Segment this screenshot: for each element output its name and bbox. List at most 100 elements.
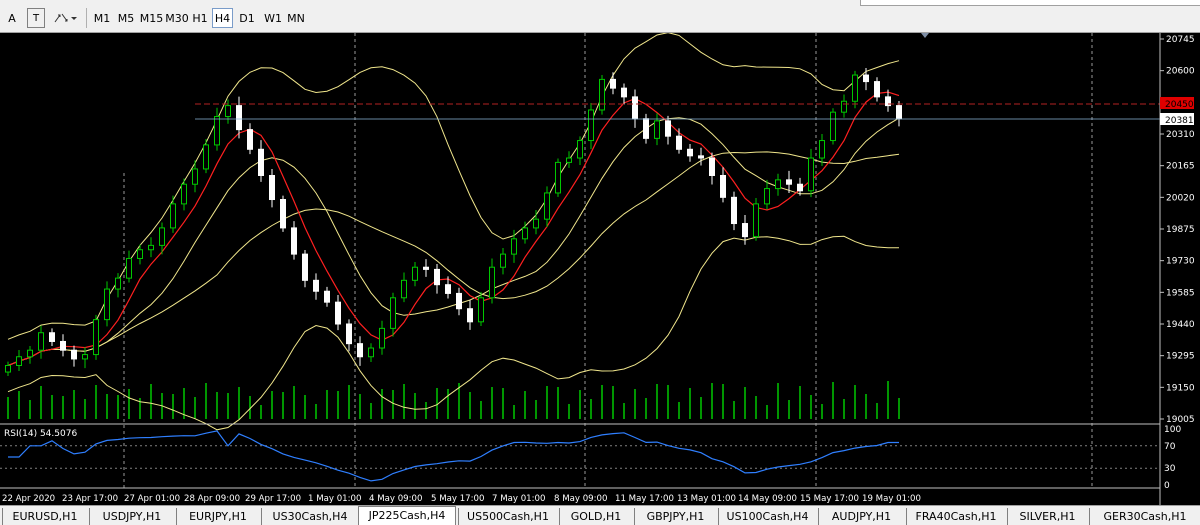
candle: [874, 81, 880, 98]
candle: [71, 349, 77, 360]
tab-us30cash[interactable]: US30Cash,H4: [261, 508, 358, 525]
tf-m30[interactable]: M30: [165, 8, 189, 28]
candle: [203, 144, 209, 170]
arrows-tool-button[interactable]: [52, 8, 80, 28]
candle: [27, 349, 33, 358]
time-tick-label: 4 May 09:00: [369, 494, 422, 504]
tf-m5[interactable]: M5: [115, 8, 137, 28]
candle: [731, 196, 737, 225]
candle: [764, 188, 770, 205]
line-price-label: 20450: [1165, 100, 1194, 110]
rsi-tick-label: 70: [1164, 442, 1176, 452]
tf-m1[interactable]: M1: [92, 8, 112, 28]
candle: [555, 161, 561, 194]
candle: [676, 135, 682, 150]
toolbar-search-box[interactable]: [860, 0, 1200, 6]
tf-h1[interactable]: H1: [190, 8, 210, 28]
candle: [313, 279, 319, 292]
tab-eurusd[interactable]: EURUSD,H1: [2, 508, 87, 525]
price-tick-label: 19585: [1166, 288, 1195, 298]
text-label-tool-button[interactable]: T: [27, 8, 45, 28]
price-tick-label: 20600: [1166, 67, 1195, 77]
rsi-tick-label: 30: [1164, 464, 1176, 474]
tf-w1[interactable]: W1: [262, 8, 284, 28]
candle: [852, 74, 858, 102]
candle: [478, 297, 484, 323]
candle: [753, 203, 759, 238]
candle: [621, 87, 627, 98]
price-tick-label: 19730: [1166, 257, 1195, 267]
candle: [423, 266, 429, 270]
text-tool-button[interactable]: A: [3, 8, 21, 28]
candle: [49, 332, 55, 342]
candle: [830, 111, 836, 142]
time-tick-label: 27 Apr 01:00: [124, 494, 180, 504]
candle: [357, 343, 363, 358]
arrows-icon: [54, 13, 77, 23]
candle: [280, 199, 286, 229]
tab-gbpjpy[interactable]: GBPJPY,H1: [634, 508, 716, 525]
candle: [588, 109, 594, 142]
tab-audjpy[interactable]: AUDJPY,H1: [818, 508, 904, 525]
tf-d1[interactable]: D1: [237, 8, 257, 28]
tab-eurjpy[interactable]: EURJPY,H1: [176, 508, 259, 525]
candle: [665, 120, 671, 137]
rsi-tick-label: 100: [1164, 425, 1181, 435]
candle: [434, 268, 440, 286]
candle: [698, 155, 704, 159]
tab-us100cash[interactable]: US100Cash,H4: [718, 508, 816, 525]
price-tick-label: 20020: [1166, 193, 1195, 203]
candle: [863, 74, 869, 83]
tab-gold[interactable]: GOLD,H1: [559, 508, 632, 525]
candle: [445, 284, 451, 294]
time-tick-label: 22 Apr 2020: [2, 494, 55, 504]
toolbar: A T M1 M5 M15 M30 H1 H4 D1 W1 MN: [0, 0, 1200, 33]
candle: [379, 327, 385, 349]
candle: [566, 157, 572, 163]
tab-fra40cash[interactable]: FRA40Cash,H1: [906, 508, 1005, 525]
candle: [610, 78, 616, 89]
candle: [115, 277, 121, 290]
time-tick-label: 14 May 09:00: [738, 494, 797, 504]
price-tick-label: 20310: [1166, 130, 1195, 140]
candle: [632, 96, 638, 120]
tf-h4[interactable]: H4: [212, 8, 233, 28]
candle: [720, 174, 726, 198]
candle: [709, 157, 715, 176]
candle: [126, 257, 132, 279]
candle: [93, 319, 99, 356]
symbol-tabs: EURUSD,H1 USDJPY,H1 EURJPY,H1 US30Cash,H…: [0, 505, 1200, 525]
candle: [16, 356, 22, 366]
price-chart[interactable]: 2074520600204552031020165200201987519730…: [0, 33, 1200, 505]
tab-usdjpy[interactable]: USDJPY,H1: [89, 508, 174, 525]
price-tick-label: 20745: [1166, 35, 1195, 45]
candle: [225, 105, 231, 118]
candle: [577, 140, 583, 159]
tf-mn[interactable]: MN: [285, 8, 307, 28]
candle: [522, 227, 528, 240]
time-tick-label: 15 May 17:00: [800, 494, 859, 504]
candle: [808, 157, 814, 192]
candle: [500, 253, 506, 268]
candle: [841, 100, 847, 113]
tf-m15[interactable]: M15: [139, 8, 164, 28]
time-tick-label: 1 May 01:00: [308, 494, 361, 504]
candle: [159, 227, 165, 246]
candle: [5, 364, 11, 373]
tab-ger30cash[interactable]: GER30Cash,H1: [1089, 508, 1200, 525]
time-tick-label: 7 May 01:00: [492, 494, 545, 504]
candle: [786, 179, 792, 185]
candle: [643, 118, 649, 139]
candle: [346, 323, 352, 345]
price-tick-label: 19150: [1166, 383, 1195, 393]
candle: [192, 168, 198, 185]
candle: [247, 129, 253, 150]
tab-jp225cash[interactable]: JP225Cash,H4: [358, 506, 456, 525]
candle: [412, 266, 418, 281]
candle: [38, 332, 44, 351]
time-axis: 22 Apr 2020 23 Apr 17:00 27 Apr 01:00 28 Ap…: [2, 494, 921, 504]
price-tick-label: 19005: [1166, 415, 1195, 425]
tab-us500cash[interactable]: US500Cash,H1: [458, 508, 557, 525]
tab-silver[interactable]: SILVER,H1: [1007, 508, 1087, 525]
candle: [467, 308, 473, 323]
